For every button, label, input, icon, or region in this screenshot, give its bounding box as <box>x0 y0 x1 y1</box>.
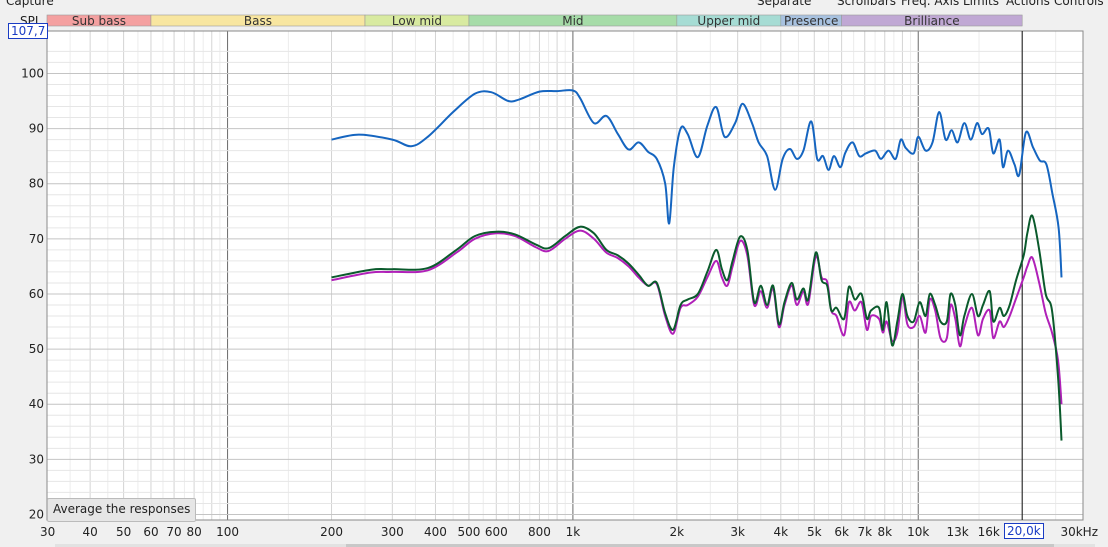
x-tick-label: 30kHz <box>1060 525 1098 539</box>
band-label: Low mid <box>392 14 442 28</box>
x-tick-label: 600 <box>485 525 508 539</box>
x-axis-ticks: 30 40 50 60 70 80 100 200 300 400 500 600 800 1k 2k 3k 4… <box>40 525 1098 539</box>
y-tick-label: 30 <box>29 452 44 466</box>
x-tick-label: 800 <box>528 525 551 539</box>
y-tick-label: 60 <box>29 287 44 301</box>
y-tick-label: 80 <box>29 177 44 191</box>
x-tick-label: 80 <box>186 525 201 539</box>
x-tick-label: 16k <box>978 525 1000 539</box>
x-tick-label: 60 <box>143 525 158 539</box>
x-tick-label: 8k <box>877 525 892 539</box>
band-label: Bass <box>244 14 272 28</box>
band-label: Brilliance <box>904 14 959 28</box>
x-tick-label: 300 <box>381 525 404 539</box>
frequency-response-chart[interactable]: Sub bass Bass Low mid Mid Upper mid Presence B… <box>0 0 1108 547</box>
y-tick-label: 90 <box>29 122 44 136</box>
x-tick-label: 500 <box>457 525 480 539</box>
band-label: Upper mid <box>697 14 760 28</box>
y-axis-ticks: 20 30 40 50 60 70 80 90 100 <box>21 66 44 521</box>
y-tick-label: 100 <box>21 66 44 80</box>
x-tick-label: 70 <box>166 525 181 539</box>
x-tick-label: 5k <box>807 525 822 539</box>
x-tick-label: 10k <box>907 525 929 539</box>
x-tick-label: 13k <box>946 525 968 539</box>
x-tick-label: 6k <box>834 525 849 539</box>
x-tick-label: 3k <box>730 525 745 539</box>
y-tick-label: 70 <box>29 232 44 246</box>
band-label: Sub bass <box>72 14 126 28</box>
band-label: Presence <box>784 14 838 28</box>
y-tick-label: 50 <box>29 342 44 356</box>
x-tick-label: 200 <box>320 525 343 539</box>
x-tick-label: 30 <box>40 525 55 539</box>
x-tick-label: 40 <box>83 525 98 539</box>
average-responses-button[interactable]: Average the responses <box>47 498 197 522</box>
x-tick-label: 4k <box>774 525 789 539</box>
band-label: Mid <box>562 14 583 28</box>
x-tick-label: 100 <box>216 525 239 539</box>
frequency-bands: Sub bass Bass Low mid Mid Upper mid Presence B… <box>46 14 1023 28</box>
x-cursor-readout: 20,0k <box>1004 523 1044 539</box>
x-tick-label: 50 <box>116 525 131 539</box>
x-tick-label: 400 <box>424 525 447 539</box>
y-tick-label: 20 <box>29 507 44 521</box>
x-tick-label: 2k <box>670 525 685 539</box>
x-tick-label: 7k <box>857 525 872 539</box>
y-tick-label: 40 <box>29 397 44 411</box>
x-tick-label: 1k <box>566 525 581 539</box>
y-cursor-readout: 107,7 <box>8 23 49 39</box>
